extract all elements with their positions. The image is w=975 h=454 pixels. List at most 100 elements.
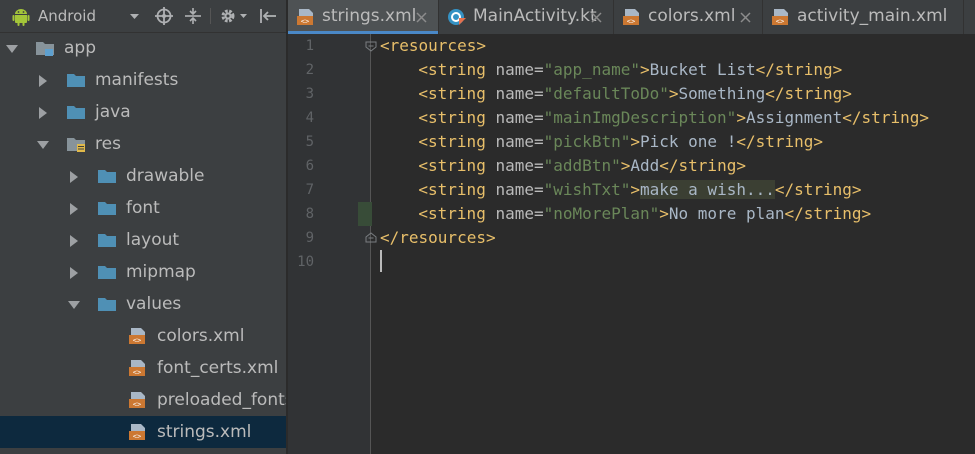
code-line[interactable]: <string name="pickBtn">Pick one !</strin… [418,130,823,154]
xml-text-value: Something [678,84,766,103]
chevron-down-icon[interactable] [67,298,81,312]
project-view-selector[interactable]: Android [38,7,96,25]
chevron-down-icon[interactable] [36,138,50,152]
xml-text-value: No more plan [668,204,785,223]
xml-tag-end: > [620,156,631,175]
tree-item[interactable]: <> strings.xml [0,416,286,448]
line-number: 7 [305,182,314,198]
chevron-down-icon[interactable] [239,12,248,20]
tree-item[interactable]: <> font_certs.xml [0,352,286,384]
code-line[interactable]: <string name="defaultToDo">Something</st… [418,82,852,106]
editor-tab[interactable]: <> colors.xml [614,0,762,34]
code-line[interactable]: <resources> [380,34,486,58]
tree-item[interactable]: app [0,32,286,64]
code-line[interactable]: <string name="wishTxt">make a wish...</s… [418,178,862,202]
xml-tag-start: <string [418,60,486,79]
chevron-right-icon[interactable] [67,266,81,280]
code-line[interactable]: </resources> [380,226,496,250]
folder-icon [98,234,116,247]
tree-item[interactable]: java [0,96,286,128]
quote: " [543,180,554,199]
xml-tag-end: > [630,132,640,151]
quote: " [543,108,554,127]
code-line[interactable]: <string name="noMorePlan">No more plan</… [418,202,871,226]
folder-icon [98,202,116,215]
tree-item[interactable]: mipmap [0,256,286,288]
tree-item[interactable]: drawable [0,160,286,192]
change-marker[interactable] [358,202,372,226]
tree-item-label: mipmap [126,262,196,282]
locate-target-icon[interactable] [155,7,173,25]
xml-attribute-value: addBtn [553,156,612,175]
line-number: 6 [305,158,314,174]
xml-file-icon: <> [623,9,639,26]
svg-text:<>: <> [627,18,635,26]
project-panel: Android app manifests java res drawable … [0,0,286,454]
tree-item-label: font_certs.xml [157,358,279,378]
tree-item[interactable]: font [0,192,286,224]
line-number: 1 [305,38,314,54]
text-caret [380,250,382,272]
xml-close-tag: </string> [774,180,862,199]
close-icon[interactable] [416,12,427,23]
chevron-right-icon[interactable] [67,234,81,248]
editor-tab[interactable]: MainActivity.kt [439,0,613,34]
xml-attribute-value: app_name [553,60,631,79]
chevron-right-icon[interactable] [67,170,81,184]
xml-tag-start: <string [418,156,486,175]
tree-item-label: strings.xml [157,422,252,442]
chevron-right-icon[interactable] [67,202,81,216]
quote: " [620,180,631,199]
xml-attribute: name= [495,180,544,199]
chevron-down-icon[interactable] [5,42,19,56]
editor-tab[interactable]: <> strings.xml [288,0,438,34]
xml-attribute: name= [495,60,544,79]
collapse-all-icon[interactable] [184,7,202,25]
quote: " [543,156,554,175]
resource-folder-icon [67,138,85,152]
xml-attribute: name= [495,132,544,151]
tree-item[interactable]: manifests [0,64,286,96]
close-icon[interactable] [591,12,602,23]
hide-panel-icon[interactable] [259,7,277,25]
xml-tag-start: <string [418,204,486,223]
chevron-right-icon[interactable] [36,74,50,88]
gear-icon[interactable] [219,7,237,25]
xml-file-icon: <> [129,360,145,377]
line-number: 10 [297,254,314,270]
code-line[interactable]: <string name="mainImgDescription">Assign… [418,106,929,130]
tree-item[interactable]: res [0,128,286,160]
editor-tab[interactable]: <> activity_main.xml [763,0,963,34]
quote: " [543,60,554,79]
xml-close-tag: </string> [784,204,872,223]
tree-item[interactable]: <> preloaded_fonts [0,384,286,416]
xml-attribute: name= [495,108,544,127]
quote: " [620,132,631,151]
tree-item-label: preloaded_fonts [157,390,286,410]
android-icon [12,9,30,26]
code-editor[interactable]: 1 2 3 4 5 6 7 8 9 10 <resources> <string name="app… [288,34,975,454]
code-line[interactable]: <string name="app_name">Bucket List</str… [418,58,842,82]
project-toolbar: Android [0,0,286,33]
folder-icon [98,170,116,183]
line-number: 4 [305,110,314,126]
kotlin-class-icon [448,9,466,25]
tab-label: strings.xml [322,6,417,26]
tree-item[interactable]: <> colors.xml [0,320,286,352]
chevron-right-icon[interactable] [36,106,50,120]
line-number: 3 [305,86,314,102]
close-icon[interactable] [740,12,751,23]
tree-item[interactable]: values [0,288,286,320]
tab-separator [963,0,964,34]
fold-icon[interactable] [365,40,377,52]
xml-attribute-value: mainImgDescription [553,108,727,127]
fold-icon[interactable] [365,232,377,244]
svg-text:<>: <> [133,337,141,345]
code-line[interactable]: <string name="addBtn">Add</string> [418,154,746,178]
svg-text:<>: <> [133,433,141,441]
chevron-down-icon[interactable] [128,10,141,23]
tree-item[interactable]: layout [0,224,286,256]
quote: " [649,204,660,223]
xml-tag-end: > [659,204,669,223]
xml-close-tag: </string> [659,156,746,175]
